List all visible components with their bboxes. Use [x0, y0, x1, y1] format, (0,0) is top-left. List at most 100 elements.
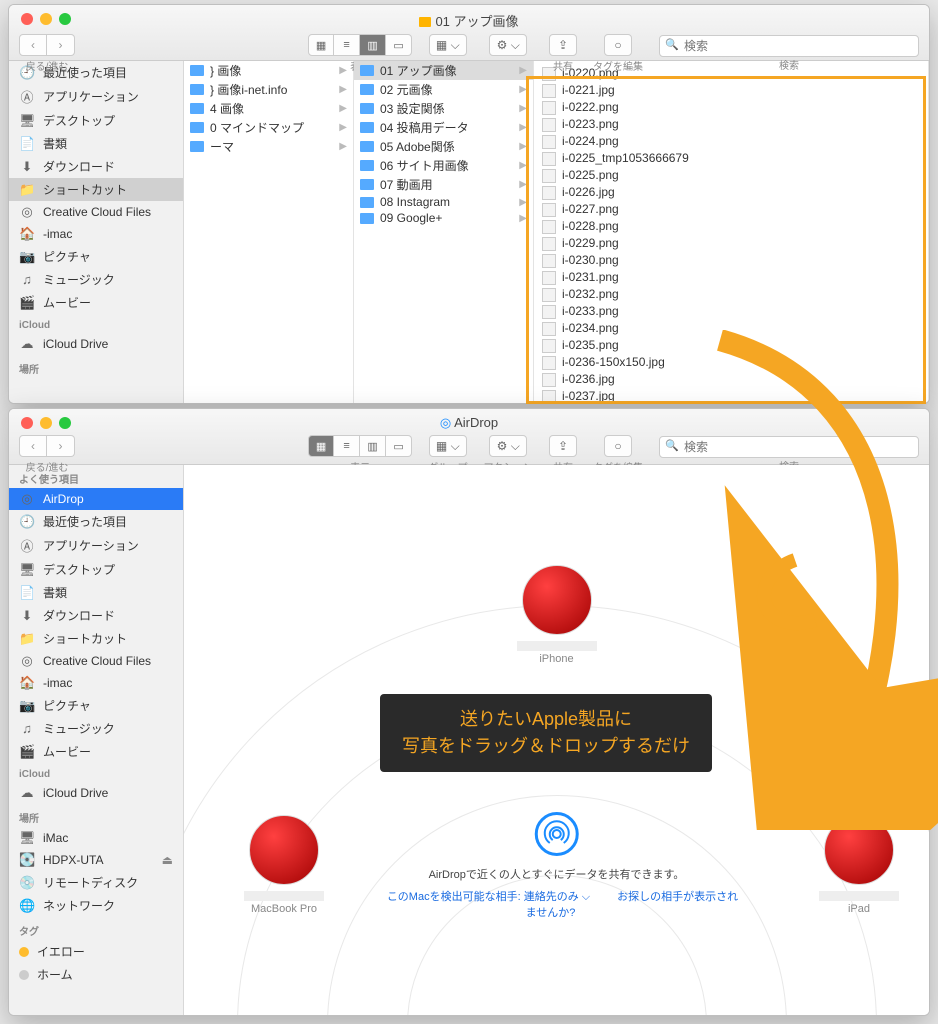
folder-row[interactable]: 07 動画用▶ [354, 175, 533, 194]
folder-row[interactable]: ーマ▶ [184, 137, 353, 156]
sidebar-item[interactable]: ♫ミュージック [9, 268, 183, 291]
view-column-button[interactable]: ▥ [360, 435, 386, 457]
close-icon[interactable] [21, 417, 33, 429]
sidebar-item[interactable]: 💿リモートディスク [9, 871, 183, 894]
device-macbook[interactable]: MacBook Pro [224, 815, 344, 915]
file-row[interactable]: i-0226.jpg [538, 184, 924, 201]
file-name: i-0224.png [562, 133, 619, 150]
file-row[interactable]: i-0222.png [538, 99, 924, 116]
file-row[interactable]: i-0233.png [538, 303, 924, 320]
file-row[interactable]: i-0225_tmp1053666679 [538, 150, 924, 167]
search-input[interactable] [659, 436, 919, 458]
action-button[interactable]: ⚙ ⌵ [489, 34, 527, 56]
sidebar-item[interactable]: ☁︎iCloud Drive [9, 782, 183, 804]
sidebar-item[interactable]: 🏠-imac [9, 223, 183, 245]
file-row[interactable]: i-0236.jpg [538, 371, 924, 388]
search-input[interactable] [659, 35, 919, 57]
folder-row[interactable]: 05 Adobe関係▶ [354, 137, 533, 156]
file-row[interactable]: i-0235.png [538, 337, 924, 354]
sidebar-tag[interactable]: ホーム [9, 963, 183, 986]
folder-row[interactable]: 06 サイト用画像▶ [354, 156, 533, 175]
sidebar-item[interactable]: ◎AirDrop [9, 488, 183, 510]
sidebar-item[interactable]: 📄書類 [9, 581, 183, 604]
folder-row[interactable]: } 画像▶ [184, 61, 353, 80]
folder-row[interactable]: 09 Google+▶ [354, 210, 533, 226]
sidebar-item[interactable]: 💽HDPX-UTA⏏ [9, 849, 183, 871]
maximize-icon[interactable] [59, 417, 71, 429]
eject-icon[interactable]: ⏏ [162, 853, 173, 867]
folder-row[interactable]: 08 Instagram▶ [354, 194, 533, 210]
sidebar-item[interactable]: ⬇︎ダウンロード [9, 604, 183, 627]
file-row[interactable]: i-0232.png [538, 286, 924, 303]
back-button[interactable]: ‹ [19, 435, 47, 457]
sidebar-tag[interactable]: イエロー [9, 940, 183, 963]
file-row[interactable]: i-0221.jpg [538, 82, 924, 99]
sidebar-item[interactable]: 🏠-imac [9, 672, 183, 694]
file-row[interactable]: i-0227.png [538, 201, 924, 218]
sidebar-item[interactable]: 🎬ムービー [9, 740, 183, 763]
maximize-icon[interactable] [59, 13, 71, 25]
file-row[interactable]: i-0223.png [538, 116, 924, 133]
sidebar-item[interactable]: 🎬ムービー [9, 291, 183, 314]
sidebar-item[interactable]: 🌐ネットワーク [9, 894, 183, 917]
share-button[interactable]: ⇪ [549, 435, 577, 457]
sidebar-item[interactable]: ◎Creative Cloud Files [9, 201, 183, 223]
folder-row[interactable]: 4 画像▶ [184, 99, 353, 118]
sidebar-item[interactable]: ⬇︎ダウンロード [9, 155, 183, 178]
view-gallery-button[interactable]: ▭ [386, 435, 412, 457]
close-icon[interactable] [21, 13, 33, 25]
forward-button[interactable]: › [47, 34, 75, 56]
forward-button[interactable]: › [47, 435, 75, 457]
sidebar-item[interactable]: 🖥iMac [9, 827, 183, 849]
folder-row[interactable]: 03 設定関係▶ [354, 99, 533, 118]
back-button[interactable]: ‹ [19, 34, 47, 56]
folder-row[interactable]: 02 元画像▶ [354, 80, 533, 99]
minimize-icon[interactable] [40, 13, 52, 25]
file-row[interactable]: i-0236-150x150.jpg [538, 354, 924, 371]
minimize-icon[interactable] [40, 417, 52, 429]
sidebar-item[interactable]: 📷ピクチャ [9, 694, 183, 717]
discoverable-link[interactable]: このMacを検出可能な相手: 連絡先のみ ⌵ [387, 891, 590, 903]
sidebar-item[interactable]: Ⓐアプリケーション [9, 84, 183, 109]
view-gallery-button[interactable]: ▭ [386, 34, 412, 56]
tags-button[interactable]: ○ [604, 34, 632, 56]
sidebar-item[interactable]: 📄書類 [9, 132, 183, 155]
group-button[interactable]: ▦ ⌵ [429, 34, 467, 56]
file-row[interactable]: i-0231.png [538, 269, 924, 286]
file-row[interactable]: i-0229.png [538, 235, 924, 252]
sidebar-item[interactable]: 🖥デスクトップ [9, 558, 183, 581]
action-button[interactable]: ⚙ ⌵ [489, 435, 527, 457]
sidebar-item[interactable]: Ⓐアプリケーション [9, 533, 183, 558]
sidebar-item[interactable]: 📁ショートカット [9, 178, 183, 201]
group-button[interactable]: ▦ ⌵ [429, 435, 467, 457]
sidebar-item[interactable]: 📁ショートカット [9, 627, 183, 650]
sidebar-item[interactable]: ♫ミュージック [9, 717, 183, 740]
view-list-button[interactable]: ≡ [334, 435, 360, 457]
view-list-button[interactable]: ≡ [334, 34, 360, 56]
search-field-wrap [659, 35, 919, 57]
device-ipad[interactable]: iPad [799, 815, 919, 915]
view-column-button[interactable]: ▥ [360, 34, 386, 56]
file-row[interactable]: i-0230.png [538, 252, 924, 269]
folder-row[interactable]: 01 アップ画像▶ [354, 61, 533, 80]
sidebar-item[interactable]: 📷ピクチャ [9, 245, 183, 268]
file-row[interactable]: i-0225.png [538, 167, 924, 184]
device-iphone[interactable]: iPhone [497, 565, 617, 665]
sidebar: 🕘最近使った項目Ⓐアプリケーション🖥デスクトップ📄書類⬇︎ダウンロード📁ショート… [9, 61, 184, 403]
file-row[interactable]: i-0237.jpg [538, 388, 924, 403]
file-row[interactable]: i-0224.png [538, 133, 924, 150]
sidebar-icon: 📄 [19, 585, 35, 601]
view-icon-button[interactable]: ▦ [308, 435, 334, 457]
sidebar-item[interactable]: 🕘最近使った項目 [9, 510, 183, 533]
sidebar-item[interactable]: ☁︎iCloud Drive [9, 333, 183, 355]
folder-row[interactable]: 0 マインドマップ▶ [184, 118, 353, 137]
share-button[interactable]: ⇪ [549, 34, 577, 56]
file-row[interactable]: i-0234.png [538, 320, 924, 337]
tags-button[interactable]: ○ [604, 435, 632, 457]
sidebar-item[interactable]: 🖥デスクトップ [9, 109, 183, 132]
sidebar-item[interactable]: ◎Creative Cloud Files [9, 650, 183, 672]
view-icon-button[interactable]: ▦ [308, 34, 334, 56]
file-row[interactable]: i-0228.png [538, 218, 924, 235]
folder-row[interactable]: 04 投稿用データ▶ [354, 118, 533, 137]
folder-row[interactable]: } 画像i-net.info▶ [184, 80, 353, 99]
